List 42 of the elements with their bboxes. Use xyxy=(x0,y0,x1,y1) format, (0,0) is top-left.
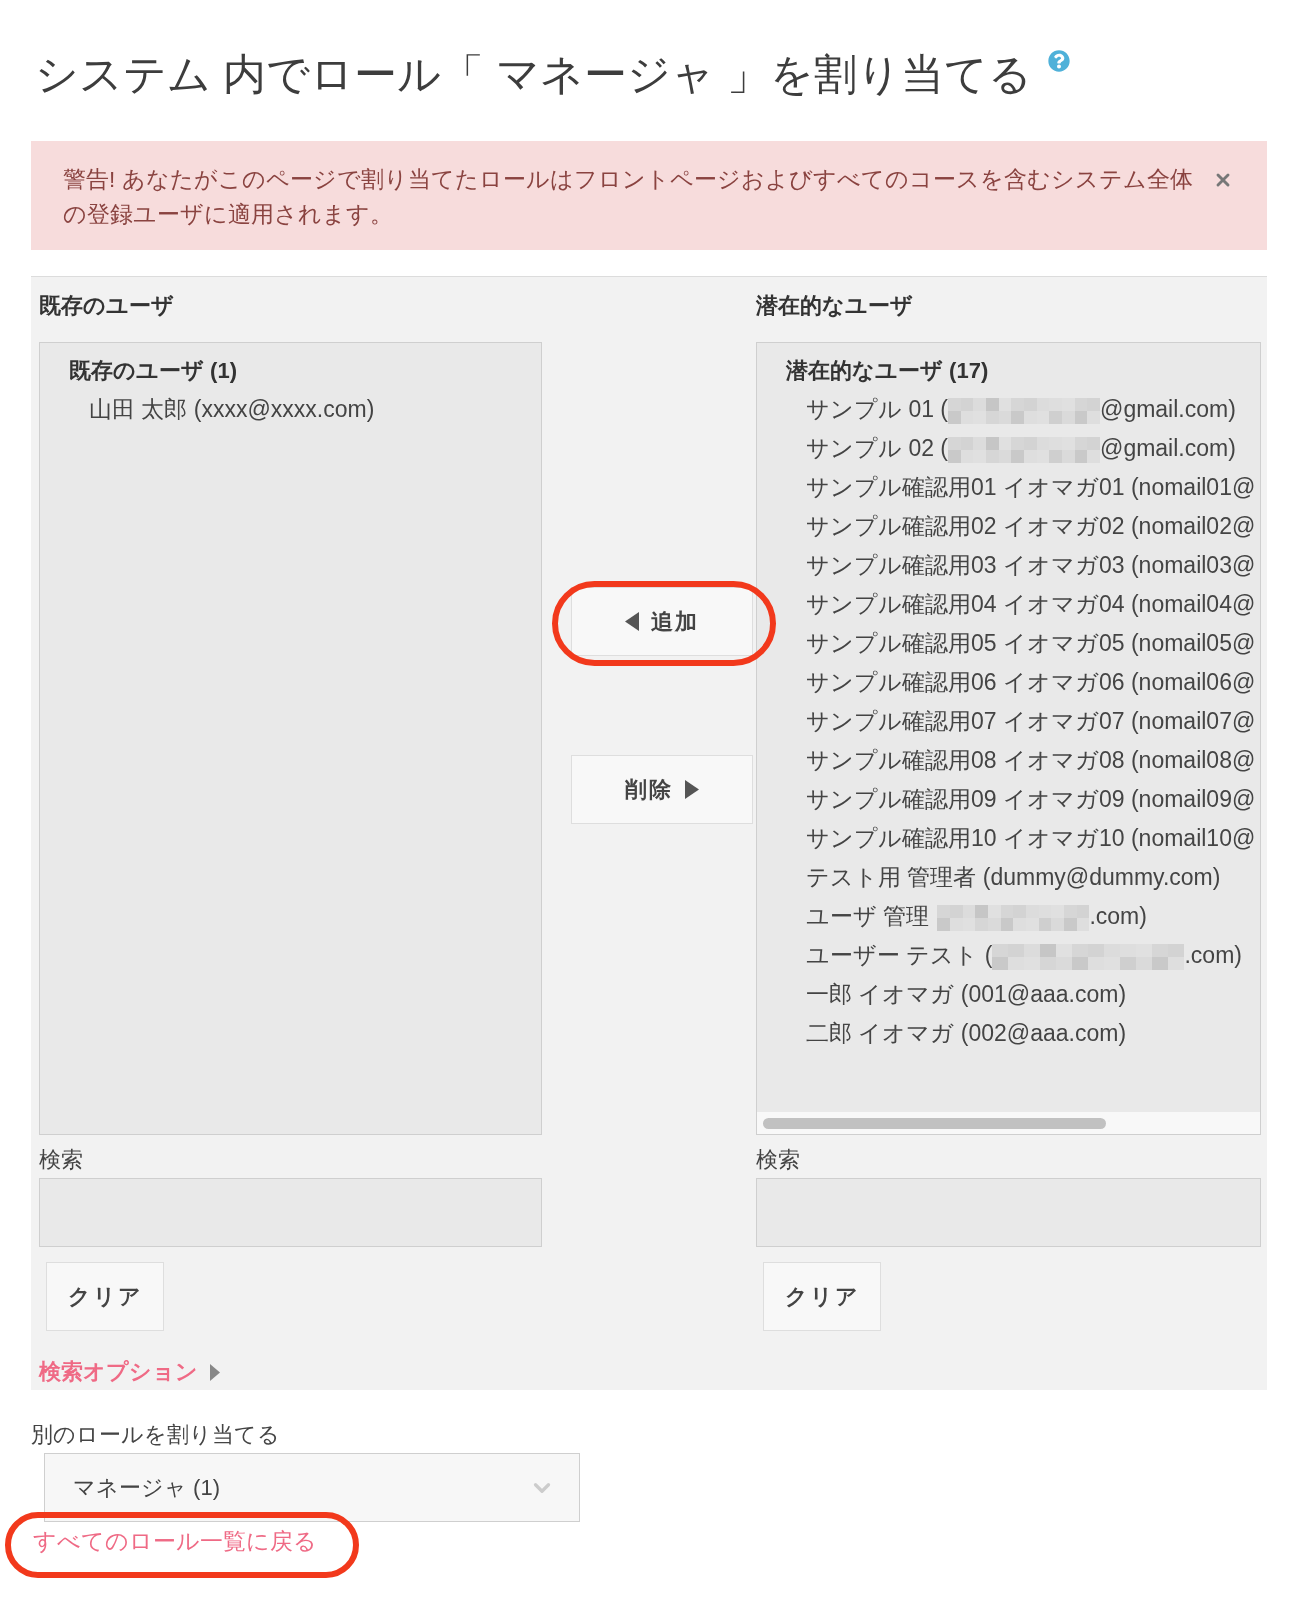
column-heading: 既存のユーザ xyxy=(39,292,174,320)
alert-message: 警告! あなたがこのページで割り当てたロールはフロントページおよびすべてのコースを含むシステム全体の登録ユーザに適用されます。 xyxy=(63,166,1194,229)
user-option[interactable]: サンプル 02 ( @gmail.com) xyxy=(786,429,1238,468)
user-option[interactable]: サンプル確認用07 イオマガ07 (nomail07@ xyxy=(786,702,1258,741)
user-option[interactable]: 一郎 イオマガ (001@aaa.com) xyxy=(786,975,1129,1014)
user-option[interactable]: サンプル確認用08 イオマガ08 (nomail08@ xyxy=(786,741,1258,780)
help-icon[interactable] xyxy=(1047,50,1070,72)
listbox-group-label: 既存のユーザ (1) xyxy=(69,357,237,385)
page-title: システム 内でロール「 マネージャ 」を割り当てる xyxy=(35,49,1032,100)
user-option[interactable]: サンプル確認用04 イオマガ04 (nomail04@ xyxy=(786,585,1258,624)
add-button[interactable]: 追加 xyxy=(571,587,753,656)
user-option[interactable]: サンプル 01 ( @gmail.com) xyxy=(786,390,1238,429)
scrollbar-thumb[interactable] xyxy=(763,1117,1106,1129)
clear-button[interactable]: クリア xyxy=(46,1262,164,1331)
user-option[interactable]: サンプル確認用10 イオマガ10 (nomail10@ xyxy=(786,819,1258,858)
user-option[interactable]: サンプル確認用09 イオマガ09 (nomail09@ xyxy=(786,780,1258,819)
caret-left-icon xyxy=(625,612,639,631)
search-field[interactable] xyxy=(39,1178,542,1247)
listbox-group-label: 潜在的なユーザ (17) xyxy=(786,357,989,385)
user-listbox[interactable]: 既存のユーザ (1) 山田 太郎 (xxxx@xxxx.com) xyxy=(39,342,542,1135)
remove-button[interactable]: 削除 xyxy=(571,755,753,824)
search-label: 検索 xyxy=(756,1146,800,1174)
user-option[interactable]: 二郎 イオマガ (002@aaa.com) xyxy=(786,1014,1129,1053)
search-label: 検索 xyxy=(39,1146,83,1174)
user-option[interactable]: サンプル確認用01 イオマガ01 (nomail01@ xyxy=(786,468,1258,507)
user-option[interactable]: ユーザー テスト ( .com) xyxy=(786,936,1244,975)
caret-right-icon xyxy=(210,1363,220,1381)
user-option[interactable]: 山田 太郎 (xxxx@xxxx.com) xyxy=(69,390,377,429)
caret-right-icon xyxy=(685,780,699,799)
user-option[interactable]: サンプル確認用05 イオマガ05 (nomail05@ xyxy=(786,624,1258,663)
horizontal-scrollbar[interactable] xyxy=(757,1112,1260,1134)
role-select[interactable]: マネージャ (1) xyxy=(44,1453,580,1522)
user-option[interactable]: ユーザ 管理 .com) xyxy=(786,897,1149,936)
user-option[interactable]: サンプル確認用06 イオマガ06 (nomail06@ xyxy=(786,663,1258,702)
other-role-label: 別のロールを割り当てる xyxy=(31,1421,280,1449)
column-heading: 潜在的なユーザ xyxy=(756,292,913,320)
user-listbox[interactable] xyxy=(756,342,1261,1135)
search-field[interactable] xyxy=(756,1178,1261,1247)
clear-button[interactable]: クリア xyxy=(763,1262,881,1331)
user-option[interactable]: テスト用 管理者 (dummy@dummy.com) xyxy=(786,858,1223,897)
user-option[interactable]: サンプル確認用02 イオマガ02 (nomail02@ xyxy=(786,507,1258,546)
user-option[interactable]: サンプル確認用03 イオマガ03 (nomail03@ xyxy=(786,546,1258,585)
